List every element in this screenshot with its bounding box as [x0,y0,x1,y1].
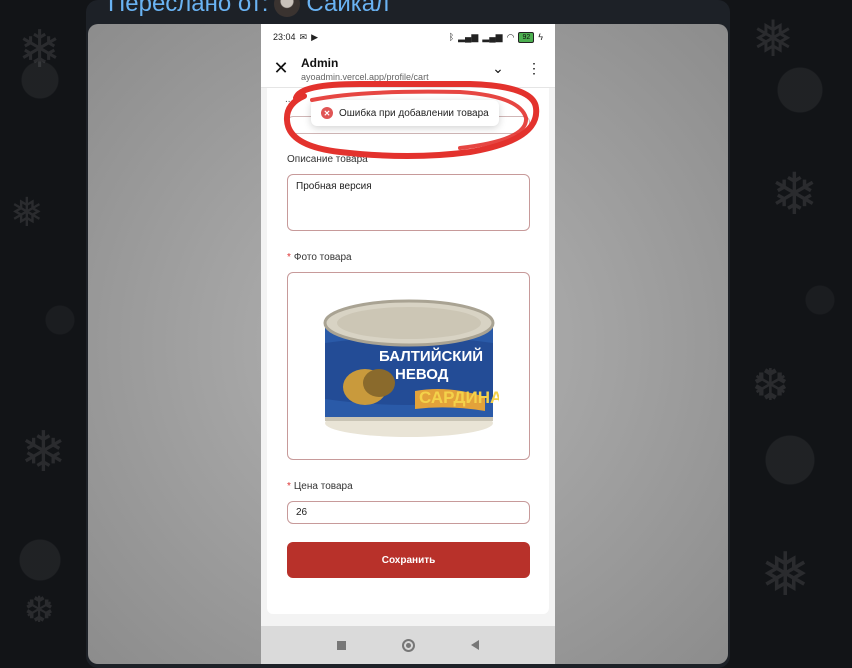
snowflake-icon: ❄ [18,20,62,80]
snowflake-icon: ❅ [760,540,811,610]
product-image: БАЛТИЙСКИЙ НЕВОД САРДИНА [323,299,499,437]
signal-icon: ▂▄▆ [458,31,479,42]
photo-label-text: Фото товара [293,252,352,263]
product-brand-line1: БАЛТИЙСКИЙ [379,347,483,365]
wifi-icon: ◠ [506,31,515,42]
error-toast: ✕ Ошибка при добавлении товара [311,100,499,126]
recents-icon[interactable] [337,640,346,650]
snowflake-icon: ❅ [10,190,44,236]
page-title: Admin [301,55,339,70]
more-vertical-icon[interactable]: ⋮ [523,60,545,77]
product-name-text: САРДИНА [419,388,499,407]
browser-toolbar: ✕ Admin ayoadmin.vercel.app/profile/cart… [261,50,555,88]
browser-title-block: Admin ayoadmin.vercel.app/profile/cart [301,56,473,82]
android-nav-bar [261,626,555,664]
photo-label: * Фото товара [287,252,352,263]
toast-message: Ошибка при добавлении товара [339,107,489,119]
mail-icon: ✉ [299,31,308,42]
phone-screenshot: 23:04 ✉ ▶ ᛒ ▂▄▆ ▂▄▆ ◠ 92 ϟ ✕ Admin ayoad… [261,24,555,664]
snowflake-icon: ❅ [752,10,794,68]
bluetooth-icon: ᛒ [448,32,455,42]
battery-icon: 92 [518,31,535,43]
description-textarea[interactable]: Пробная версия [287,174,530,231]
forwarded-prefix: Переслано от: [108,0,269,17]
save-button[interactable]: Сохранить [287,542,530,578]
error-icon: ✕ [321,107,333,119]
product-form: ... ✕ Ошибка при добавлении товара Описа… [267,88,549,614]
snowflake-icon: ❆ [752,360,789,411]
snowflake-icon: ❄ [20,420,67,485]
home-icon[interactable] [402,638,415,652]
close-icon[interactable]: ✕ [271,58,291,79]
price-label-text: Цена товара [293,481,353,492]
product-brand-line2: НЕВОД [395,366,449,383]
back-icon[interactable] [471,640,479,650]
description-label: Описание товара [287,154,368,165]
page-url: ayoadmin.vercel.app/profile/cart [301,71,429,82]
product-photo-upload[interactable]: БАЛТИЙСКИЙ НЕВОД САРДИНА [287,272,530,460]
avatar [274,0,301,17]
price-label: * Цена товара [287,481,353,492]
forwarded-header[interactable]: Переслано от: Сайкал [108,0,389,18]
chevron-down-icon[interactable]: ⌄ [487,60,509,77]
required-marker: * [287,481,291,492]
price-input[interactable]: 26 [287,501,530,524]
snowflake-icon: ❆ [24,590,55,631]
required-marker: * [287,252,291,263]
status-bar: 23:04 ✉ ▶ ᛒ ▂▄▆ ▂▄▆ ◠ 92 ϟ [261,24,555,50]
snowflake-icon: ❄ [770,160,819,228]
charging-icon: ϟ [538,32,543,42]
play-icon: ▶ [311,31,318,42]
forwarded-sender-name[interactable]: Сайкал [306,0,389,18]
signal-icon: ▂▄▆ [482,31,503,42]
ellipsis-text: ... [285,94,294,105]
status-time: 23:04 [273,32,296,42]
